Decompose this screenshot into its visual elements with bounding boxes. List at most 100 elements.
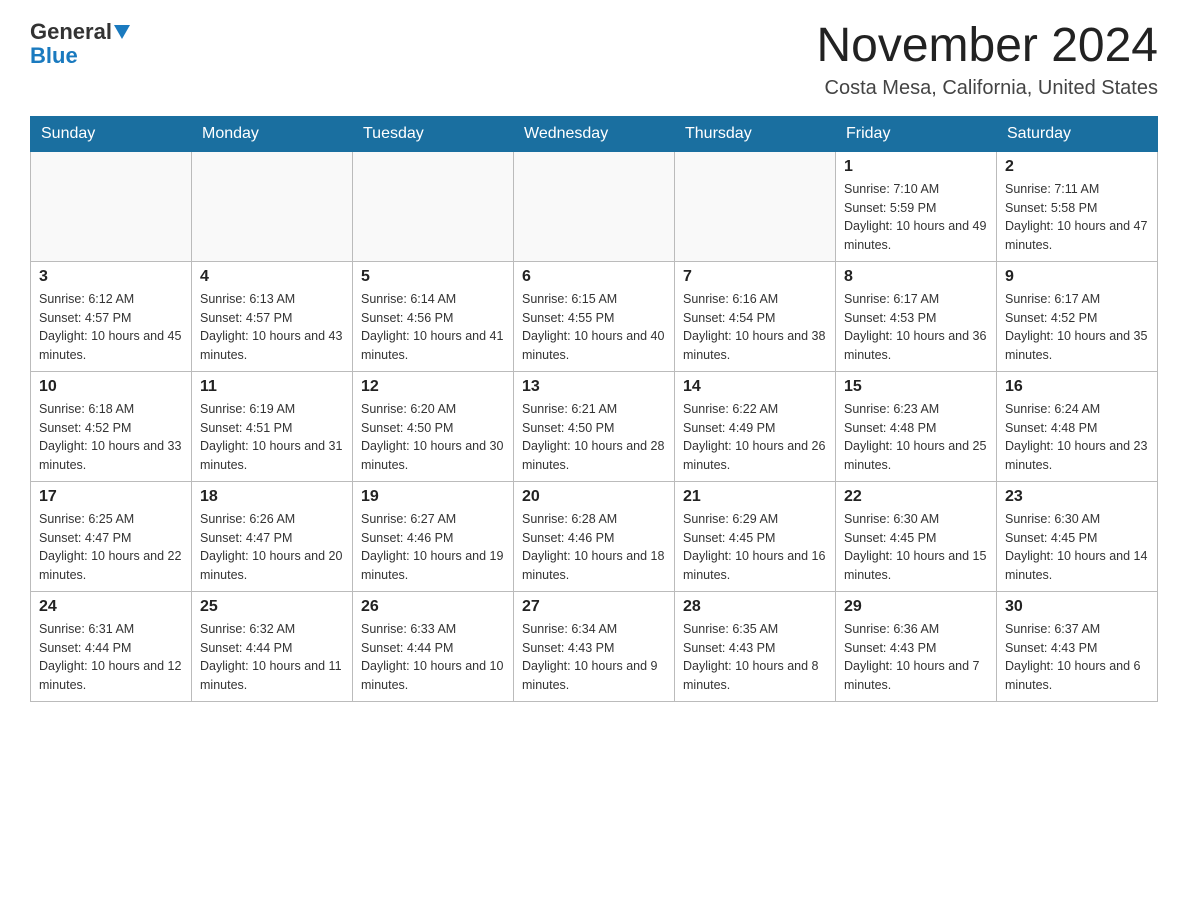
calendar-cell: 28Sunrise: 6:35 AM Sunset: 4:43 PM Dayli…	[675, 591, 836, 701]
day-info: Sunrise: 7:10 AM Sunset: 5:59 PM Dayligh…	[844, 180, 988, 255]
day-info: Sunrise: 6:34 AM Sunset: 4:43 PM Dayligh…	[522, 620, 666, 695]
header-thursday: Thursday	[675, 116, 836, 151]
calendar-cell	[514, 151, 675, 261]
page-header: General Blue November 2024 Costa Mesa, C…	[30, 20, 1158, 100]
day-number: 10	[39, 378, 183, 396]
calendar-cell: 2Sunrise: 7:11 AM Sunset: 5:58 PM Daylig…	[997, 151, 1158, 261]
calendar-cell: 26 Sunrise: 6:33 AM Sunset: 4:44 PM Dayli…	[353, 591, 514, 701]
calendar-table: SundayMondayTuesdayWednesdayThursdayFrid…	[30, 116, 1158, 702]
day-info: Sunrise: 6:27 AM Sunset: 4:46 PM Dayligh…	[361, 510, 505, 585]
title-section: November 2024 Costa Mesa, California, Un…	[816, 20, 1158, 100]
day-info: Sunrise: 6:33 AM Sunset: 4:44 PM Dayligh…	[361, 620, 505, 695]
day-info: Sunrise: 6:31 AM Sunset: 4:44 PM Dayligh…	[39, 620, 183, 695]
day-number: 26	[361, 598, 505, 616]
day-number: 8	[844, 268, 988, 286]
calendar-cell: 7 Sunrise: 6:16 AM Sunset: 4:54 PM Daylig…	[675, 261, 836, 371]
day-info: Sunrise: 6:20 AM Sunset: 4:50 PM Dayligh…	[361, 400, 505, 475]
day-info: Sunrise: 6:32 AM Sunset: 4:44 PM Dayligh…	[200, 620, 344, 695]
calendar-header-row: SundayMondayTuesdayWednesdayThursdayFrid…	[31, 116, 1158, 151]
calendar-cell	[31, 151, 192, 261]
calendar-cell: 11Sunrise: 6:19 AM Sunset: 4:51 PM Dayli…	[192, 371, 353, 481]
day-info: Sunrise: 6:37 AM Sunset: 4:43 PM Dayligh…	[1005, 620, 1149, 695]
day-info: Sunrise: 6:36 AM Sunset: 4:43 PM Dayligh…	[844, 620, 988, 695]
calendar-cell: 14 Sunrise: 6:22 AM Sunset: 4:49 PM Dayli…	[675, 371, 836, 481]
header-monday: Monday	[192, 116, 353, 151]
calendar-cell: 9 Sunrise: 6:17 AM Sunset: 4:52 PM Daylig…	[997, 261, 1158, 371]
day-number: 12	[361, 378, 505, 396]
calendar-cell: 22 Sunrise: 6:30 AM Sunset: 4:45 PM Dayli…	[836, 481, 997, 591]
calendar-week-4: 17 Sunrise: 6:25 AM Sunset: 4:47 PM Dayli…	[31, 481, 1158, 591]
day-number: 14	[683, 378, 827, 396]
day-number: 21	[683, 488, 827, 506]
location-title: Costa Mesa, California, United States	[816, 77, 1158, 100]
calendar-cell: 16 Sunrise: 6:24 AM Sunset: 4:48 PM Dayli…	[997, 371, 1158, 481]
calendar-week-2: 3 Sunrise: 6:12 AM Sunset: 4:57 PM Daylig…	[31, 261, 1158, 371]
day-number: 1	[844, 158, 988, 176]
calendar-cell: 20 Sunrise: 6:28 AM Sunset: 4:46 PM Dayli…	[514, 481, 675, 591]
header-saturday: Saturday	[997, 116, 1158, 151]
calendar-cell: 18Sunrise: 6:26 AM Sunset: 4:47 PM Dayli…	[192, 481, 353, 591]
header-wednesday: Wednesday	[514, 116, 675, 151]
day-info: Sunrise: 6:18 AM Sunset: 4:52 PM Dayligh…	[39, 400, 183, 475]
day-number: 16	[1005, 378, 1149, 396]
day-number: 6	[522, 268, 666, 286]
day-number: 30	[1005, 598, 1149, 616]
calendar-cell: 5 Sunrise: 6:14 AM Sunset: 4:56 PM Daylig…	[353, 261, 514, 371]
day-info: Sunrise: 7:11 AM Sunset: 5:58 PM Dayligh…	[1005, 180, 1149, 255]
day-number: 9	[1005, 268, 1149, 286]
day-number: 22	[844, 488, 988, 506]
calendar-cell: 19 Sunrise: 6:27 AM Sunset: 4:46 PM Dayli…	[353, 481, 514, 591]
header-tuesday: Tuesday	[353, 116, 514, 151]
day-number: 4	[200, 268, 344, 286]
day-number: 3	[39, 268, 183, 286]
logo-general-text: General	[30, 20, 112, 44]
day-info: Sunrise: 6:30 AM Sunset: 4:45 PM Dayligh…	[844, 510, 988, 585]
day-info: Sunrise: 6:16 AM Sunset: 4:54 PM Dayligh…	[683, 290, 827, 365]
calendar-cell: 13Sunrise: 6:21 AM Sunset: 4:50 PM Dayli…	[514, 371, 675, 481]
calendar-cell	[675, 151, 836, 261]
day-info: Sunrise: 6:29 AM Sunset: 4:45 PM Dayligh…	[683, 510, 827, 585]
header-sunday: Sunday	[31, 116, 192, 151]
day-info: Sunrise: 6:24 AM Sunset: 4:48 PM Dayligh…	[1005, 400, 1149, 475]
calendar-cell: 10 Sunrise: 6:18 AM Sunset: 4:52 PM Dayli…	[31, 371, 192, 481]
day-info: Sunrise: 6:14 AM Sunset: 4:56 PM Dayligh…	[361, 290, 505, 365]
day-info: Sunrise: 6:17 AM Sunset: 4:52 PM Dayligh…	[1005, 290, 1149, 365]
logo: General Blue	[30, 20, 130, 68]
calendar-cell	[353, 151, 514, 261]
calendar-cell: 8 Sunrise: 6:17 AM Sunset: 4:53 PM Daylig…	[836, 261, 997, 371]
calendar-cell	[192, 151, 353, 261]
calendar-cell: 29Sunrise: 6:36 AM Sunset: 4:43 PM Dayli…	[836, 591, 997, 701]
calendar-cell: 24 Sunrise: 6:31 AM Sunset: 4:44 PM Dayli…	[31, 591, 192, 701]
day-info: Sunrise: 6:22 AM Sunset: 4:49 PM Dayligh…	[683, 400, 827, 475]
calendar-cell: 4Sunrise: 6:13 AM Sunset: 4:57 PM Daylig…	[192, 261, 353, 371]
day-number: 24	[39, 598, 183, 616]
day-number: 15	[844, 378, 988, 396]
day-info: Sunrise: 6:21 AM Sunset: 4:50 PM Dayligh…	[522, 400, 666, 475]
day-number: 19	[361, 488, 505, 506]
day-info: Sunrise: 6:25 AM Sunset: 4:47 PM Dayligh…	[39, 510, 183, 585]
calendar-cell: 6 Sunrise: 6:15 AM Sunset: 4:55 PM Daylig…	[514, 261, 675, 371]
calendar-cell: 3 Sunrise: 6:12 AM Sunset: 4:57 PM Daylig…	[31, 261, 192, 371]
day-info: Sunrise: 6:23 AM Sunset: 4:48 PM Dayligh…	[844, 400, 988, 475]
day-number: 28	[683, 598, 827, 616]
day-number: 7	[683, 268, 827, 286]
day-number: 25	[200, 598, 344, 616]
calendar-cell: 17 Sunrise: 6:25 AM Sunset: 4:47 PM Dayli…	[31, 481, 192, 591]
logo-triangle-icon	[114, 25, 130, 39]
day-info: Sunrise: 6:17 AM Sunset: 4:53 PM Dayligh…	[844, 290, 988, 365]
day-number: 27	[522, 598, 666, 616]
day-info: Sunrise: 6:30 AM Sunset: 4:45 PM Dayligh…	[1005, 510, 1149, 585]
day-number: 5	[361, 268, 505, 286]
day-info: Sunrise: 6:19 AM Sunset: 4:51 PM Dayligh…	[200, 400, 344, 475]
calendar-cell: 25 Sunrise: 6:32 AM Sunset: 4:44 PM Dayli…	[192, 591, 353, 701]
day-number: 17	[39, 488, 183, 506]
calendar-cell: 30 Sunrise: 6:37 AM Sunset: 4:43 PM Dayli…	[997, 591, 1158, 701]
day-info: Sunrise: 6:12 AM Sunset: 4:57 PM Dayligh…	[39, 290, 183, 365]
day-number: 20	[522, 488, 666, 506]
day-info: Sunrise: 6:15 AM Sunset: 4:55 PM Dayligh…	[522, 290, 666, 365]
day-info: Sunrise: 6:26 AM Sunset: 4:47 PM Dayligh…	[200, 510, 344, 585]
calendar-cell: 21 Sunrise: 6:29 AM Sunset: 4:45 PM Dayli…	[675, 481, 836, 591]
calendar-cell: 12 Sunrise: 6:20 AM Sunset: 4:50 PM Dayli…	[353, 371, 514, 481]
day-info: Sunrise: 6:28 AM Sunset: 4:46 PM Dayligh…	[522, 510, 666, 585]
calendar-cell: 23Sunrise: 6:30 AM Sunset: 4:45 PM Dayli…	[997, 481, 1158, 591]
